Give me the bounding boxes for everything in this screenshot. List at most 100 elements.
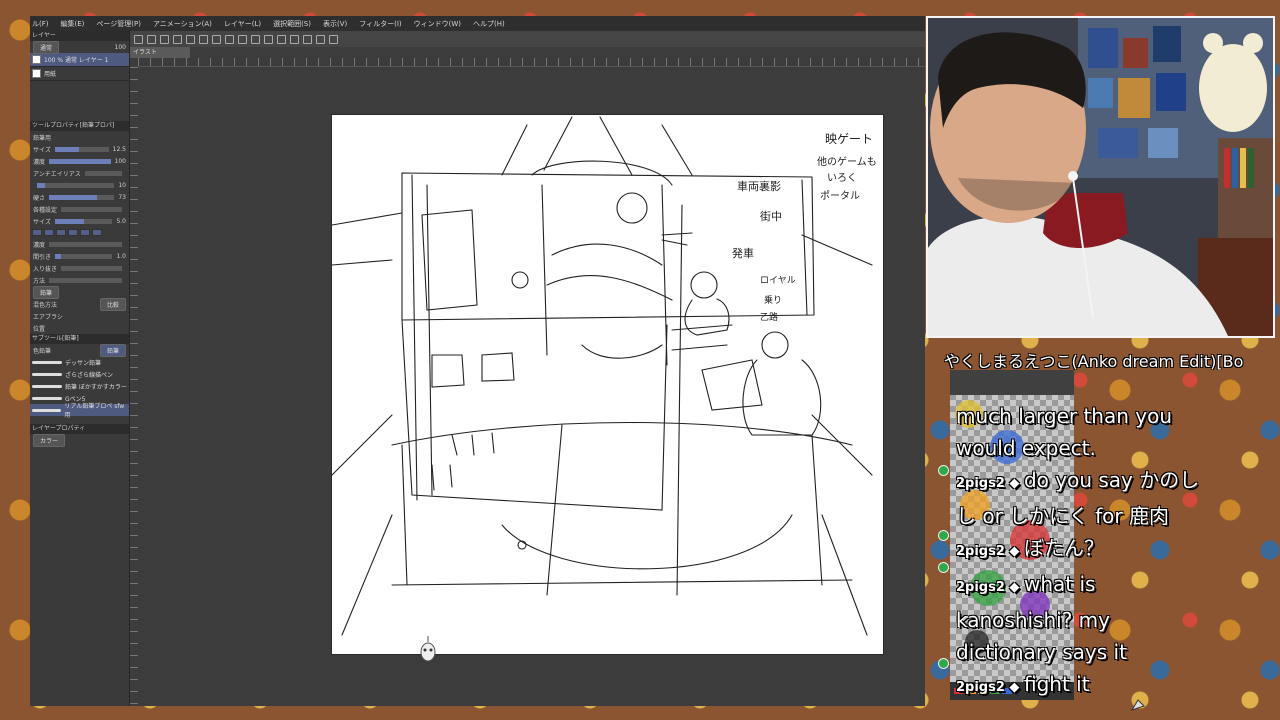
property-row[interactable]: 濃度 — [30, 238, 129, 250]
property-row[interactable]: 入り抜き — [30, 262, 129, 274]
brush-item-selected[interactable]: リアル鉛筆ブロペ sfw用 — [30, 403, 129, 419]
property-slider[interactable] — [49, 194, 115, 200]
selection-icon[interactable] — [264, 34, 273, 44]
property-swatches[interactable] — [30, 227, 129, 238]
snap-icon[interactable] — [303, 34, 312, 44]
ruler-icon[interactable] — [290, 34, 299, 44]
brush-stroke-preview — [32, 408, 62, 412]
chat-message: 2pigs2 ◆ ぼたん？ — [956, 536, 1104, 560]
menu-animation[interactable]: アニメーション(A) — [153, 19, 212, 29]
redo-icon[interactable] — [199, 34, 208, 44]
layer-label: 100 % 通常 レイヤー 1 — [44, 57, 109, 64]
chat-badge-icon — [938, 465, 949, 476]
drawing-app-window: ル(F) 編集(E) ページ管理(P) アニメーション(A) レイヤー(L) 選… — [30, 16, 925, 706]
sketch-note: 発車 — [732, 246, 754, 260]
property-row[interactable]: アンチエイリアス — [30, 167, 129, 179]
chat-text: fight it — [1023, 672, 1090, 696]
canvas-area[interactable]: 映ゲート 他のゲームも いろく ポータル 車両裏影 街中 発車 ロイヤル 乗り … — [138, 67, 925, 706]
fill-icon[interactable] — [225, 34, 234, 44]
chat-message: 2pigs2 ◆ do you say かのし — [956, 468, 1200, 492]
chat-message: し or しかにく for 鹿肉 — [956, 500, 1236, 532]
layer-panel-title: レイヤー — [30, 31, 129, 41]
pencil-button-row: 鉛筆 — [30, 285, 129, 299]
menu-filter[interactable]: フィルター(I) — [359, 19, 401, 29]
brush-item[interactable]: 鉛筆 ぼかすかすカラー — [30, 380, 129, 392]
brush-stroke-preview — [32, 384, 62, 388]
mix-row: 混色方法 比較 — [30, 297, 129, 311]
property-value: 5.0 — [116, 217, 126, 225]
chat-username: 2pigs2 — [956, 544, 1005, 559]
menu-edit[interactable]: 編集(E) — [61, 19, 85, 29]
sub-tool-tab[interactable]: 色鉛筆 — [33, 346, 51, 355]
property-label: 濃度 — [33, 158, 46, 166]
sub-tool-tab-active[interactable]: 鉛筆 — [99, 343, 126, 357]
chat-text: do you say かのし — [1023, 468, 1200, 492]
pencil-button[interactable]: 鉛筆 — [33, 285, 60, 299]
help-icon[interactable] — [329, 34, 338, 44]
blend-mode-select[interactable]: 通常 — [33, 40, 60, 54]
deselect-icon[interactable] — [277, 34, 286, 44]
property-row[interactable]: サイズ 5.0 — [30, 215, 129, 227]
property-row[interactable]: 方法 — [30, 274, 129, 286]
property-slider[interactable] — [49, 158, 111, 164]
property-row[interactable]: 間引き 1.0 — [30, 250, 129, 262]
layer-thumbnail — [32, 55, 41, 64]
chat-username: 2pigs2 — [956, 580, 1005, 595]
pen-icon[interactable] — [316, 34, 325, 44]
webcam-image — [928, 18, 1273, 336]
property-value: 1.0 — [116, 252, 126, 260]
layer-list-space — [30, 81, 129, 121]
chat-text: し or しかにく for 鹿肉 — [956, 504, 1169, 528]
menu-help[interactable]: ヘルプ(H) — [473, 19, 505, 29]
menu-selection[interactable]: 選択範囲(S) — [273, 19, 311, 29]
menu-window[interactable]: ウィンドウ(W) — [414, 19, 461, 29]
document-tab[interactable]: イラスト — [130, 47, 190, 58]
chat-messages: much larger than you would expect. 2pigs… — [956, 400, 1236, 704]
property-row[interactable]: 濃度 100 — [30, 155, 129, 167]
layer-item[interactable]: 100 % 通常 レイヤー 1 — [30, 53, 129, 67]
layer-thumbnail — [32, 69, 41, 78]
layer-property-title: レイヤープロパティ — [30, 424, 129, 434]
property-slider[interactable] — [54, 218, 113, 224]
property-row[interactable]: 各種設定 — [30, 203, 129, 215]
property-row[interactable]: 硬さ 73 — [30, 191, 129, 203]
chat-message: kanoshishi? my — [956, 604, 1236, 636]
effect-select[interactable]: カラー — [33, 433, 66, 447]
property-slider[interactable] — [61, 265, 122, 271]
property-row[interactable]: サイズ 12.5 — [30, 143, 129, 155]
save-icon[interactable] — [160, 34, 169, 44]
menu-view[interactable]: 表示(V) — [323, 19, 347, 29]
property-slider[interactable] — [37, 182, 115, 188]
menu-page[interactable]: ページ管理(P) — [96, 19, 141, 29]
open-file-icon[interactable] — [147, 34, 156, 44]
chat-panel-header — [950, 370, 1074, 395]
print-icon[interactable] — [173, 34, 182, 44]
drawing-canvas[interactable]: 映ゲート 他のゲームも いろく ポータル 車両裏影 街中 発車 ロイヤル 乗り … — [332, 115, 883, 654]
undo-icon[interactable] — [186, 34, 195, 44]
opacity-value[interactable]: 100 — [115, 44, 126, 51]
property-row[interactable]: 10 — [30, 179, 129, 191]
property-slider[interactable] — [49, 241, 122, 247]
menu-file[interactable]: ル(F) — [32, 19, 49, 29]
brush-item[interactable]: デッサン鉛筆 — [30, 356, 129, 368]
chat-badge-icon — [938, 562, 949, 573]
menu-layer[interactable]: レイヤー(L) — [224, 19, 261, 29]
transform-icon[interactable] — [238, 34, 247, 44]
property-slider[interactable] — [84, 170, 122, 176]
new-file-icon[interactable] — [134, 34, 143, 44]
chat-message: would expect. — [956, 432, 1236, 464]
settings-icon[interactable] — [212, 34, 221, 44]
property-slider[interactable] — [49, 277, 122, 283]
property-value: 73 — [118, 193, 126, 201]
layer-item[interactable]: 用紙 — [30, 67, 129, 81]
vertical-ruler — [130, 67, 138, 706]
chat-text: much larger than you — [956, 404, 1173, 428]
property-slider[interactable] — [55, 253, 113, 259]
crop-icon[interactable] — [251, 34, 260, 44]
mix-select[interactable]: 比較 — [99, 297, 126, 311]
property-slider[interactable] — [61, 206, 122, 212]
brush-item[interactable]: ざらざら線描ペン — [30, 368, 129, 380]
property-slider[interactable] — [54, 146, 109, 152]
property-value: 12.5 — [112, 145, 126, 153]
position-row: 位置 — [30, 322, 129, 334]
